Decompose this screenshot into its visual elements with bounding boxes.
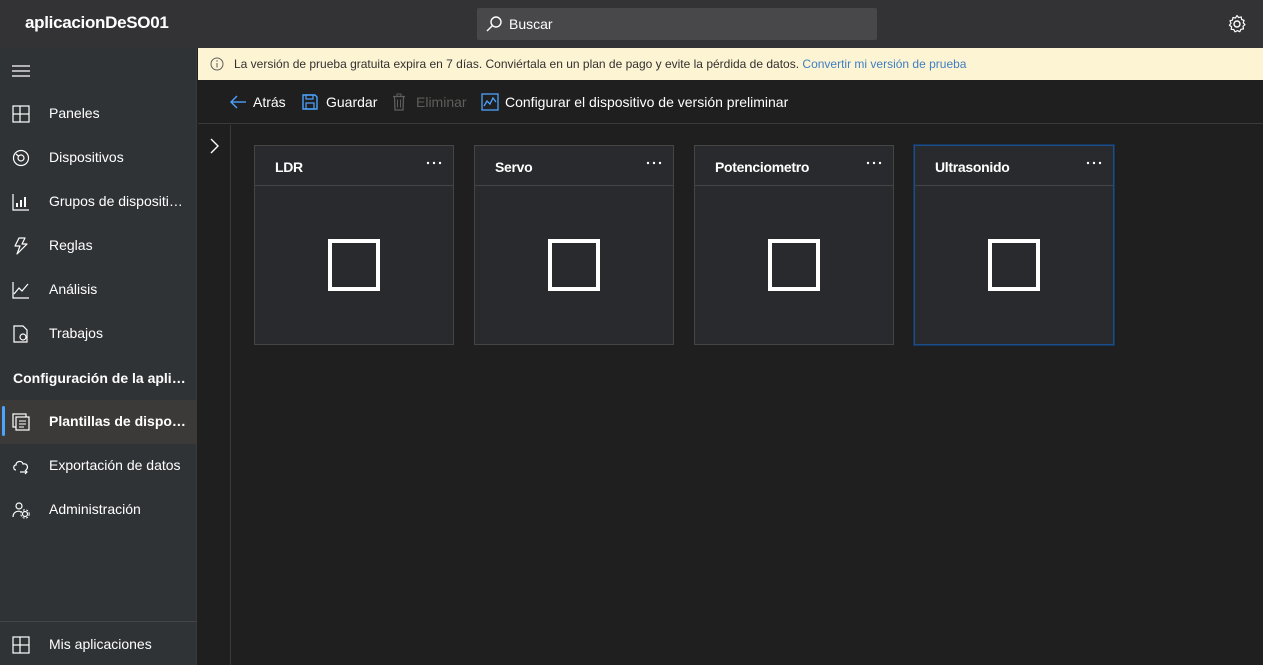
more-options-icon[interactable] (645, 154, 663, 172)
save-icon (302, 94, 318, 110)
data-export-icon (13, 460, 29, 475)
banner-message: La versión de prueba gratuita expira en … (234, 57, 800, 71)
template-card[interactable]: Potenciometro (694, 145, 894, 345)
back-label: Atrás (253, 94, 286, 110)
sidebar-item-paneles[interactable]: Paneles (0, 92, 197, 136)
more-options-icon[interactable] (865, 154, 883, 172)
gear-icon[interactable] (1227, 14, 1247, 34)
sidebar-item-exportacion[interactable]: Exportación de datos (0, 444, 197, 488)
sidebar-item-label: Exportación de datos (49, 457, 181, 473)
template-card[interactable]: Servo (474, 145, 674, 345)
sidebar-item-reglas[interactable]: Reglas (0, 224, 197, 268)
card-title: Potenciometro (715, 159, 810, 175)
card-title: LDR (275, 159, 303, 175)
sidebar-item-mis-aplicaciones[interactable]: Mis aplicaciones (0, 623, 197, 665)
rules-icon (14, 237, 28, 255)
section-title-app-config: Configuración de la aplicación (13, 370, 188, 386)
arrow-left-icon (230, 95, 246, 109)
sidebar-item-plantillas[interactable]: Plantillas de dispositivo (0, 400, 197, 444)
tile-placeholder-icon (548, 239, 600, 291)
search-input[interactable]: Buscar (509, 16, 553, 32)
more-options-icon[interactable] (425, 154, 443, 172)
sidebar-item-grupos[interactable]: Grupos de dispositivos (0, 180, 197, 224)
sidebar: Paneles Dispositivos Grupos de dispositi… (0, 48, 197, 665)
sidebar-item-label: Paneles (49, 105, 100, 121)
sidebar-item-analisis[interactable]: Análisis (0, 268, 197, 312)
device-templates-icon (12, 413, 30, 431)
template-card[interactable]: LDR (254, 145, 454, 345)
expand-panel-rail[interactable] (198, 125, 231, 665)
trash-icon (393, 93, 405, 111)
dashboard-icon (12, 105, 30, 123)
devices-icon (12, 149, 30, 167)
template-card[interactable]: Ultrasonido (914, 145, 1114, 345)
card-divider (915, 185, 1113, 186)
sidebar-divider (0, 621, 197, 622)
card-title: Servo (495, 159, 533, 175)
sidebar-item-administracion[interactable]: Administración (0, 488, 197, 532)
sidebar-item-label: Mis aplicaciones (49, 636, 152, 652)
sidebar-item-trabajos[interactable]: Trabajos (0, 312, 197, 356)
sidebar-item-label: Plantillas de dispositivo (49, 413, 189, 429)
administration-icon (12, 502, 30, 519)
delete-label: Eliminar (416, 94, 467, 110)
tile-placeholder-icon (768, 239, 820, 291)
sidebar-item-label: Grupos de dispositivos (49, 193, 189, 209)
more-options-icon[interactable] (1085, 154, 1103, 172)
chevron-right-icon[interactable] (207, 137, 221, 155)
convert-trial-link[interactable]: Convertir mi versión de prueba (802, 57, 966, 71)
info-icon (210, 57, 224, 71)
sidebar-item-label: Análisis (49, 281, 98, 297)
my-apps-icon (12, 636, 30, 654)
chart-icon (481, 93, 499, 111)
banner-text: La versión de prueba gratuita expira en … (234, 57, 966, 71)
card-divider (255, 185, 453, 186)
sidebar-item-label: Administración (49, 501, 141, 517)
search-box[interactable]: Buscar (477, 8, 877, 40)
tile-placeholder-icon (988, 239, 1040, 291)
tile-placeholder-icon (328, 239, 380, 291)
analytics-icon (12, 282, 29, 299)
card-divider (475, 185, 673, 186)
jobs-icon (13, 325, 28, 343)
sidebar-item-label: Dispositivos (49, 149, 124, 165)
hamburger-icon[interactable] (12, 64, 30, 78)
device-groups-icon (12, 194, 29, 211)
search-icon (486, 16, 502, 32)
sidebar-item-label: Trabajos (49, 325, 103, 341)
card-divider (695, 185, 893, 186)
card-title: Ultrasonido (935, 159, 1010, 175)
trial-banner: La versión de prueba gratuita expira en … (198, 48, 1263, 80)
app-title[interactable]: aplicacionDeSO01 (25, 13, 169, 33)
save-label: Guardar (326, 94, 378, 110)
command-bar: Atrás Guardar Eliminar Configurar el dis… (198, 80, 1263, 124)
sidebar-item-label: Reglas (49, 237, 93, 253)
top-bar: aplicacionDeSO01 Buscar (0, 0, 1263, 48)
configure-preview-label: Configurar el dispositivo de versión pre… (505, 94, 789, 110)
sidebar-item-dispositivos[interactable]: Dispositivos (0, 136, 197, 180)
